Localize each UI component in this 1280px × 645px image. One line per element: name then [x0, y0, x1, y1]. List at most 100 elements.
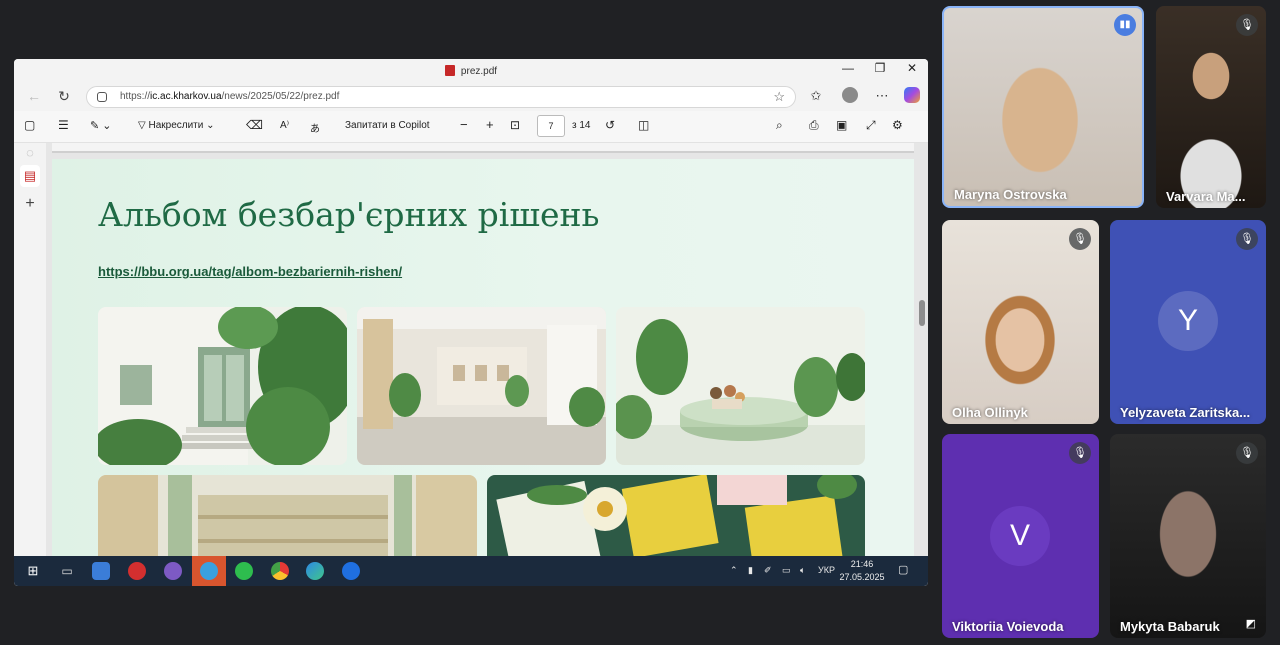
video-feed — [942, 220, 1099, 424]
windows-taskbar: ⊞ ▭ ⌃ ▮ ✐ ▭ 🔈︎ УКР 21:46 27.05.2025 ▢ — [14, 556, 928, 586]
pdf-scrollbar[interactable] — [918, 145, 926, 584]
participant-tile-viktoriia[interactable]: V 🎙︎ Viktoriia Voievoda — [942, 434, 1099, 638]
meeting-stage: prez.pdf — ❐ ✕ ← ↻ https://ic.ac.kharkov… — [0, 0, 1280, 645]
favorites-icon[interactable]: ✩ — [806, 88, 826, 104]
save-icon[interactable]: ▣ — [836, 118, 847, 132]
pdf-toolbar: ▢ ☰ ✎ ⌄ ▽ Накреслити ⌄ ⌫ A⁾ あ Запитати в… — [14, 111, 928, 143]
window-title-text: prez.pdf — [460, 66, 498, 77]
participant-tile-mykyta[interactable]: 🎙︎ ◩ Mykyta Babaruk — [1110, 434, 1266, 638]
pdf-tab-icon[interactable]: ▤ — [20, 165, 40, 187]
mic-off-icon: 🎙︎ — [1236, 228, 1258, 250]
mic-off-icon: 🎙︎ — [1069, 228, 1091, 250]
refresh-icon[interactable]: ↻ — [54, 88, 74, 105]
task-view-icon[interactable]: ▭ — [58, 562, 76, 580]
browser-sidebar: ◌ ▤ + — [14, 143, 46, 586]
minimize-button[interactable]: — — [834, 61, 862, 75]
search-icon[interactable]: ⌕ — [776, 118, 783, 133]
participant-name: Olha Ollinyk — [952, 405, 1028, 420]
browser-titlebar: prez.pdf — ❐ ✕ — [14, 59, 928, 83]
video-feed — [944, 8, 1142, 206]
scrollbar-thumb[interactable] — [919, 300, 925, 326]
participant-name: Mykyta Babaruk — [1120, 619, 1220, 634]
pin-icon[interactable]: ◩ — [1246, 617, 1256, 630]
shared-screen: prez.pdf — ❐ ✕ ← ↻ https://ic.ac.kharkov… — [14, 59, 928, 586]
page-number-input[interactable]: 7 — [537, 115, 565, 137]
address-row: ← ↻ https://ic.ac.kharkov.ua/news/2025/0… — [14, 83, 928, 111]
ask-copilot-button[interactable]: Запитати в Copilot — [345, 120, 430, 131]
whatsapp-icon[interactable] — [235, 562, 253, 580]
zoom-out-button[interactable]: − — [460, 117, 468, 132]
read-aloud-icon[interactable]: A⁾ — [280, 120, 289, 131]
tray-pen-icon[interactable]: ✐ — [764, 565, 772, 576]
pdf-file-icon — [444, 65, 455, 76]
mic-off-icon: 🎙︎ — [1236, 14, 1258, 36]
language-indicator[interactable]: УКР — [818, 565, 835, 575]
eraser-icon[interactable]: ⌫ — [246, 118, 263, 132]
telegram-active-icon[interactable] — [192, 556, 226, 586]
avatar: Y — [1158, 291, 1218, 351]
total-pages-label: з 14 — [572, 120, 591, 131]
photo-courtyard-children — [616, 307, 865, 465]
copilot-icon[interactable] — [902, 87, 922, 106]
site-info-icon[interactable] — [97, 92, 107, 102]
highlight-icon[interactable]: ✎ ⌄ — [90, 119, 112, 132]
mic-off-icon: 🎙︎ — [1069, 442, 1091, 464]
profile-avatar[interactable] — [840, 87, 860, 106]
chrome-icon[interactable] — [271, 562, 289, 580]
print-icon[interactable]: ⎙ — [809, 118, 819, 133]
participant-tile-olha[interactable]: 🎙︎ Olha Ollinyk — [942, 220, 1099, 424]
volume-icon[interactable]: 🔈︎ — [800, 565, 805, 576]
battery-icon[interactable]: ▭ — [782, 565, 791, 576]
address-bar[interactable]: https://ic.ac.kharkov.ua/news/2025/05/22… — [86, 86, 796, 108]
zoom-app-icon[interactable] — [342, 562, 360, 580]
window-title: prez.pdf — [14, 65, 928, 77]
video-feed — [1110, 434, 1266, 638]
pdf-viewer[interactable]: Альбом безбар'єрних рішень https://bbu.o… — [46, 143, 928, 586]
translate-icon[interactable]: あ — [310, 120, 320, 135]
fit-page-icon[interactable]: ⊡ — [510, 118, 520, 132]
contents-icon[interactable]: ☰ — [58, 118, 69, 132]
app-icon-1[interactable] — [92, 562, 110, 580]
settings-gear-icon[interactable]: ⚙ — [892, 118, 903, 132]
tray-phone-icon[interactable]: ▮ — [748, 565, 753, 576]
participant-tile-yelyzaveta[interactable]: Y 🎙︎ Yelyzaveta Zaritska... — [1110, 220, 1266, 424]
opera-icon[interactable] — [128, 562, 146, 580]
slide-link[interactable]: https://bbu.org.ua/tag/albom-bezbarierni… — [98, 264, 402, 279]
viber-icon[interactable] — [164, 562, 182, 580]
clock[interactable]: 21:46 27.05.2025 — [836, 558, 888, 584]
speaking-indicator-icon: ▮▮ — [1114, 14, 1136, 36]
sidebar-toggle-icon[interactable]: ▢ — [24, 118, 35, 132]
draw-icon: ▽ — [138, 120, 149, 131]
notifications-icon[interactable]: ▢ — [898, 563, 908, 576]
participant-name: Varvara Ma... — [1166, 189, 1246, 204]
previous-page-edge — [52, 143, 914, 153]
video-feed — [1156, 6, 1266, 208]
add-icon[interactable]: + — [20, 195, 40, 213]
avatar: V — [990, 506, 1050, 566]
clock-date: 27.05.2025 — [839, 572, 885, 582]
start-icon[interactable]: ⊞ — [24, 562, 42, 580]
favorite-star-icon[interactable]: ☆ — [773, 89, 785, 105]
photo-bright-interior-hall — [357, 307, 606, 465]
page-view-icon[interactable]: ◫ — [638, 118, 649, 132]
participant-name: Yelyzaveta Zaritska... — [1120, 405, 1251, 420]
restore-button[interactable]: ❐ — [866, 61, 894, 75]
clock-time: 21:46 — [850, 559, 874, 569]
participant-tile-maryna[interactable]: ▮▮ Maryna Ostrovska — [942, 6, 1144, 208]
participant-name: Viktoriia Voievoda — [952, 619, 1064, 634]
fullscreen-icon[interactable]: ⤢ — [866, 118, 876, 133]
rotate-icon[interactable]: ↺ — [605, 118, 615, 132]
back-icon[interactable]: ← — [24, 88, 44, 104]
photo-building-entrance — [98, 307, 347, 465]
more-menu-icon[interactable]: ⋯ — [872, 88, 892, 104]
mic-off-icon: 🎙︎ — [1236, 442, 1258, 464]
edge-icon[interactable] — [306, 562, 324, 580]
slide-title: Альбом безбар'єрних рішень — [98, 195, 600, 234]
participant-name: Maryna Ostrovska — [954, 187, 1067, 202]
zoom-in-button[interactable]: + — [486, 117, 494, 132]
sidebar-collapsed-icon[interactable]: ◌ — [20, 145, 40, 160]
tray-chevron-icon[interactable]: ⌃ — [730, 565, 738, 576]
close-button[interactable]: ✕ — [898, 61, 926, 75]
draw-button[interactable]: ▽ Накреслити ⌄ — [138, 120, 215, 131]
participant-tile-varvara[interactable]: 🎙︎ Varvara Ma... — [1156, 6, 1266, 208]
